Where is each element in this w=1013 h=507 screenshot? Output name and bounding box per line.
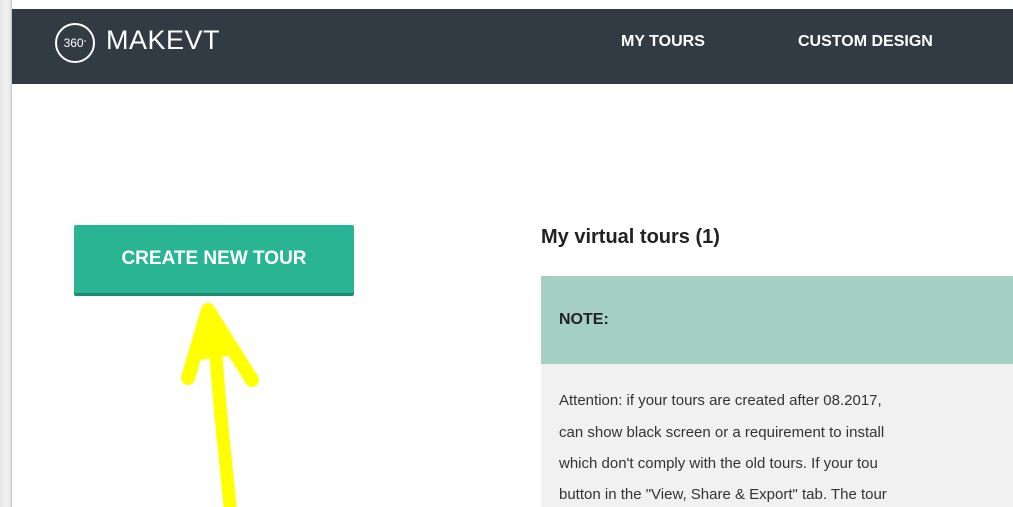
up-arrow-icon <box>181 303 259 507</box>
note-body: Attention: if your tours are created aft… <box>541 364 1013 507</box>
nav-my-tours[interactable]: MY TOURS <box>621 33 705 51</box>
nav-custom-design[interactable]: CUSTOM DESIGN <box>798 33 933 51</box>
top-navbar: 360 ° MAKEVT MY TOURS CUSTOM DESIGN <box>12 0 1013 84</box>
my-virtual-tours-title: My virtual tours (1) <box>541 226 720 248</box>
logo-badge-text: 360 <box>63 36 84 50</box>
navbar-top-border <box>12 0 1013 9</box>
note-line: Attention: if your tours are created aft… <box>559 392 882 409</box>
note-label: NOTE: <box>559 311 609 328</box>
window-edge-strip <box>0 0 12 507</box>
logo-text[interactable]: MAKEVT <box>106 25 220 56</box>
note-line: can show black screen or a requirement t… <box>559 424 885 441</box>
note-line: which don't comply with the old tours. I… <box>559 455 878 472</box>
note-line: button in the "View, Share & Export" tab… <box>559 486 887 503</box>
create-new-tour-button[interactable]: CREATE NEW TOUR <box>74 225 354 293</box>
logo-degree: ° <box>83 39 87 47</box>
note-header: NOTE: <box>541 276 1013 364</box>
logo-360-badge-icon[interactable]: 360 ° <box>55 23 95 63</box>
